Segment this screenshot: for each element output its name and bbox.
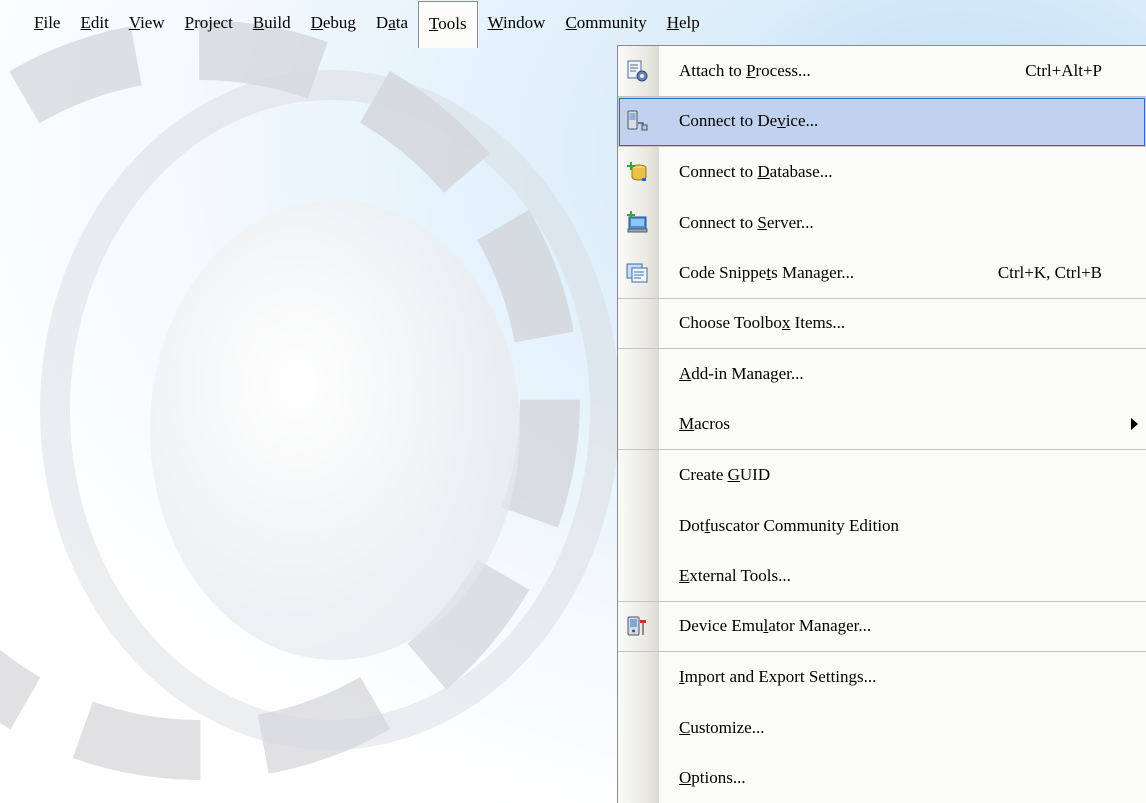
menu-item-shortcut: Ctrl+K, Ctrl+B — [997, 262, 1102, 282]
menu-item-label: Macros — [679, 414, 730, 434]
menu-file[interactable]: File — [0, 1, 70, 45]
menu-item-options[interactable]: Options... — [618, 753, 1146, 803]
menu-data[interactable]: Data — [366, 1, 418, 45]
menu-item-external-tools[interactable]: External Tools... — [618, 551, 1146, 602]
menu-window[interactable]: Window — [478, 1, 556, 45]
background-disc — [150, 200, 520, 660]
menu-item-choose-toolbox-items[interactable]: Choose Toolbox Items... — [618, 299, 1146, 349]
submenu-arrow-icon — [1131, 418, 1138, 431]
device-emulator-icon — [625, 614, 649, 638]
menu-item-customize[interactable]: Customize... — [618, 703, 1146, 754]
tools-dropdown-menu: Attach to Process... Ctrl+Alt+P Connect … — [617, 45, 1146, 803]
attach-process-icon — [625, 59, 649, 83]
connect-server-icon — [625, 210, 649, 235]
menu-item-label: Connect to Server... — [679, 212, 814, 232]
menu-item-label: Choose Toolbox Items... — [679, 313, 846, 333]
menu-item-label: External Tools... — [679, 565, 791, 585]
menu-item-label: Create GUID — [679, 465, 771, 485]
menu-view[interactable]: View — [119, 1, 175, 45]
menu-item-add-in-manager[interactable]: Add-in Manager... — [618, 349, 1146, 400]
menu-item-label: Dotfuscator Community Edition — [679, 515, 900, 535]
menu-community[interactable]: Community — [555, 1, 656, 45]
menu-build[interactable]: Build — [243, 1, 301, 45]
menu-project[interactable]: Project — [175, 1, 243, 45]
menu-item-import-export-settings[interactable]: Import and Export Settings... — [618, 652, 1146, 703]
menu-item-label: Import and Export Settings... — [679, 667, 877, 687]
menu-edit[interactable]: Edit — [70, 1, 118, 45]
menu-item-label: Connect to Device... — [679, 111, 819, 131]
menu-item-code-snippets-manager[interactable]: Code Snippets Manager... Ctrl+K, Ctrl+B — [618, 248, 1146, 299]
menu-item-label: Customize... — [679, 717, 765, 737]
menu-item-label: Device Emulator Manager... — [679, 616, 872, 636]
menu-item-connect-to-device[interactable]: Connect to Device... — [618, 96, 1146, 147]
menu-item-label: Attach to Process... — [679, 60, 811, 80]
menu-debug[interactable]: Debug — [301, 1, 366, 45]
menu-item-label: Code Snippets Manager... — [679, 262, 855, 282]
code-snippets-icon — [625, 261, 649, 285]
menu-item-connect-to-server[interactable]: Connect to Server... — [618, 198, 1146, 249]
menu-help[interactable]: Help — [657, 1, 710, 45]
menu-item-label: Add-in Manager... — [679, 364, 804, 384]
menu-item-label: Options... — [679, 768, 746, 788]
menu-item-attach-to-process[interactable]: Attach to Process... Ctrl+Alt+P — [618, 46, 1146, 97]
menu-item-dotfuscator[interactable]: Dotfuscator Community Edition — [618, 501, 1146, 552]
menu-item-create-guid[interactable]: Create GUID — [618, 450, 1146, 501]
connect-device-icon — [625, 109, 649, 133]
menu-item-macros[interactable]: Macros — [618, 400, 1146, 450]
menu-tools[interactable]: Tools — [418, 1, 478, 48]
connect-database-icon — [625, 160, 649, 184]
menu-item-device-emulator-manager[interactable]: Device Emulator Manager... — [618, 602, 1146, 652]
menu-bar: File Edit View Project Build Debug Data … — [0, 0, 1146, 48]
menu-item-connect-to-database[interactable]: Connect to Database... — [618, 147, 1146, 198]
menu-item-shortcut: Ctrl+Alt+P — [1025, 60, 1102, 80]
menu-item-label: Connect to Database... — [679, 162, 833, 182]
